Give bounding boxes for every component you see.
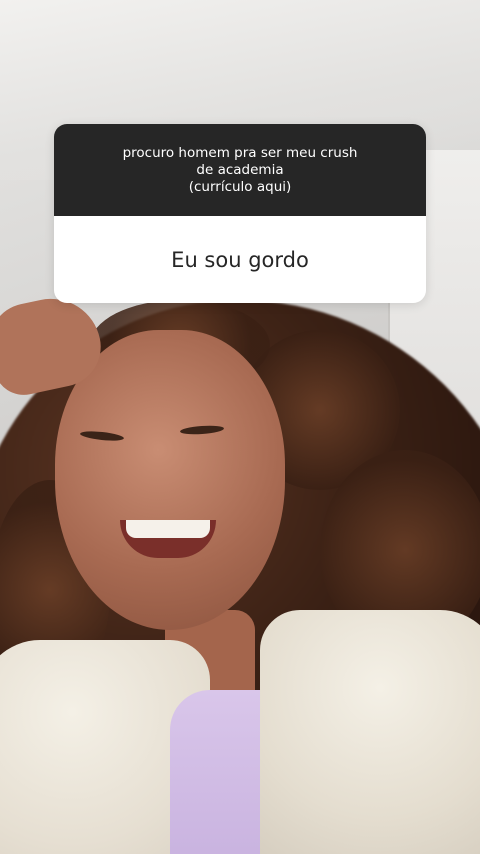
question-line-3: (currículo aqui) xyxy=(188,179,292,195)
face xyxy=(55,330,285,630)
answer-area: Eu sou gordo xyxy=(54,216,426,303)
question-sticker[interactable]: procuro homem pra ser meu crush de acade… xyxy=(54,124,426,303)
answer-text: Eu sou gordo xyxy=(171,247,309,272)
question-sticker-header: procuro homem pra ser meu crush de acade… xyxy=(54,124,426,216)
question-line-2: de academia xyxy=(196,162,284,178)
teeth xyxy=(126,520,210,538)
question-line-1: procuro homem pra ser meu crush xyxy=(122,145,358,161)
sherpa-jacket-right xyxy=(260,610,480,854)
story-viewer[interactable]: procuro homem pra ser meu crush de acade… xyxy=(0,0,480,854)
